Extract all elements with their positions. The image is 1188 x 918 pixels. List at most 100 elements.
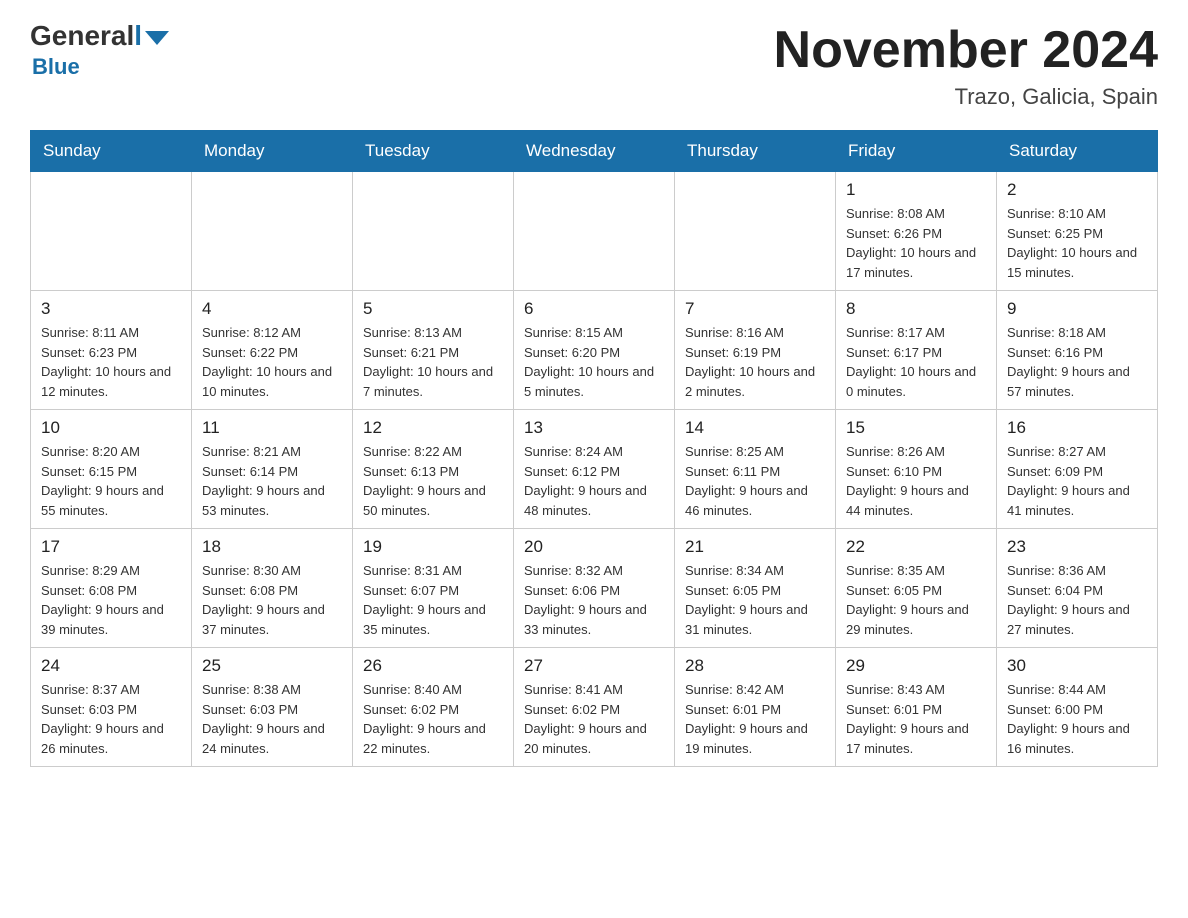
calendar-cell: 18 Sunrise: 8:30 AM Sunset: 6:08 PM Dayli… [192, 529, 353, 648]
day-info: Sunrise: 8:35 AM Sunset: 6:05 PM Dayligh… [846, 561, 986, 639]
calendar-cell: 22Sunrise: 8:35 AM Sunset: 6:05 PM Dayli… [836, 529, 997, 648]
calendar-cell: 4 Sunrise: 8:12 AM Sunset: 6:22 PM Daylig… [192, 291, 353, 410]
calendar-cell: 16 Sunrise: 8:27 AM Sunset: 6:09 PM Dayli… [997, 410, 1158, 529]
day-info: Sunrise: 8:16 AM Sunset: 6:19 PM Dayligh… [685, 323, 825, 401]
day-number: 10 [41, 418, 181, 438]
day-info: Sunrise: 8:44 AM Sunset: 6:00 PM Dayligh… [1007, 680, 1147, 758]
day-number: 15 [846, 418, 986, 438]
day-header-thursday: Thursday [675, 131, 836, 172]
day-info: Sunrise: 8:22 AM Sunset: 6:13 PM Dayligh… [363, 442, 503, 520]
week-row-3: 10 Sunrise: 8:20 AM Sunset: 6:15 PM Dayli… [31, 410, 1158, 529]
calendar-table: SundayMondayTuesdayWednesdayThursdayFrid… [30, 130, 1158, 767]
day-header-monday: Monday [192, 131, 353, 172]
day-number: 2 [1007, 180, 1147, 200]
title-block: November 2024 Trazo, Galicia, Spain [774, 20, 1158, 110]
day-info: Sunrise: 8:43 AM Sunset: 6:01 PM Dayligh… [846, 680, 986, 758]
day-number: 23 [1007, 537, 1147, 557]
day-number: 1 [846, 180, 986, 200]
logo: Generall Blue [30, 20, 169, 80]
calendar-cell: 29 Sunrise: 8:43 AM Sunset: 6:01 PM Dayli… [836, 648, 997, 767]
day-info: Sunrise: 8:29 AM Sunset: 6:08 PM Dayligh… [41, 561, 181, 639]
day-info: Sunrise: 8:40 AM Sunset: 6:02 PM Dayligh… [363, 680, 503, 758]
calendar-cell [675, 172, 836, 291]
calendar-cell: 17 Sunrise: 8:29 AM Sunset: 6:08 PM Dayli… [31, 529, 192, 648]
calendar-cell: 26Sunrise: 8:40 AM Sunset: 6:02 PM Dayli… [353, 648, 514, 767]
day-number: 3 [41, 299, 181, 319]
calendar-cell: 30 Sunrise: 8:44 AM Sunset: 6:00 PM Dayli… [997, 648, 1158, 767]
day-number: 14 [685, 418, 825, 438]
week-row-5: 24Sunrise: 8:37 AM Sunset: 6:03 PM Dayli… [31, 648, 1158, 767]
week-row-1: 1 Sunrise: 8:08 AM Sunset: 6:26 PM Daylig… [31, 172, 1158, 291]
day-info: Sunrise: 8:26 AM Sunset: 6:10 PM Dayligh… [846, 442, 986, 520]
calendar-cell [31, 172, 192, 291]
day-number: 25 [202, 656, 342, 676]
calendar-cell: 7 Sunrise: 8:16 AM Sunset: 6:19 PM Daylig… [675, 291, 836, 410]
day-info: Sunrise: 8:25 AM Sunset: 6:11 PM Dayligh… [685, 442, 825, 520]
day-info: Sunrise: 8:34 AM Sunset: 6:05 PM Dayligh… [685, 561, 825, 639]
day-number: 11 [202, 418, 342, 438]
day-header-tuesday: Tuesday [353, 131, 514, 172]
day-number: 6 [524, 299, 664, 319]
day-number: 21 [685, 537, 825, 557]
calendar-cell: 20 Sunrise: 8:32 AM Sunset: 6:06 PM Dayli… [514, 529, 675, 648]
logo-arrow [145, 31, 169, 45]
day-number: 18 [202, 537, 342, 557]
day-info: Sunrise: 8:24 AM Sunset: 6:12 PM Dayligh… [524, 442, 664, 520]
day-info: Sunrise: 8:38 AM Sunset: 6:03 PM Dayligh… [202, 680, 342, 758]
day-info: Sunrise: 8:32 AM Sunset: 6:06 PM Dayligh… [524, 561, 664, 639]
day-info: Sunrise: 8:30 AM Sunset: 6:08 PM Dayligh… [202, 561, 342, 639]
calendar-cell: 6 Sunrise: 8:15 AM Sunset: 6:20 PM Daylig… [514, 291, 675, 410]
day-number: 17 [41, 537, 181, 557]
day-number: 30 [1007, 656, 1147, 676]
day-number: 20 [524, 537, 664, 557]
day-number: 16 [1007, 418, 1147, 438]
day-info: Sunrise: 8:15 AM Sunset: 6:20 PM Dayligh… [524, 323, 664, 401]
day-info: Sunrise: 8:12 AM Sunset: 6:22 PM Dayligh… [202, 323, 342, 401]
day-info: Sunrise: 8:17 AM Sunset: 6:17 PM Dayligh… [846, 323, 986, 401]
day-header-friday: Friday [836, 131, 997, 172]
day-info: Sunrise: 8:41 AM Sunset: 6:02 PM Dayligh… [524, 680, 664, 758]
calendar-cell: 12 Sunrise: 8:22 AM Sunset: 6:13 PM Dayli… [353, 410, 514, 529]
logo-general: General [30, 20, 134, 52]
day-info: Sunrise: 8:20 AM Sunset: 6:15 PM Dayligh… [41, 442, 181, 520]
calendar-cell: 28Sunrise: 8:42 AM Sunset: 6:01 PM Dayli… [675, 648, 836, 767]
calendar-cell: 21 Sunrise: 8:34 AM Sunset: 6:05 PM Dayli… [675, 529, 836, 648]
day-number: 24 [41, 656, 181, 676]
day-number: 29 [846, 656, 986, 676]
day-info: Sunrise: 8:27 AM Sunset: 6:09 PM Dayligh… [1007, 442, 1147, 520]
header-row: SundayMondayTuesdayWednesdayThursdayFrid… [31, 131, 1158, 172]
calendar-cell: 9Sunrise: 8:18 AM Sunset: 6:16 PM Daylig… [997, 291, 1158, 410]
day-info: Sunrise: 8:21 AM Sunset: 6:14 PM Dayligh… [202, 442, 342, 520]
calendar-cell: 25 Sunrise: 8:38 AM Sunset: 6:03 PM Dayli… [192, 648, 353, 767]
calendar-cell: 10 Sunrise: 8:20 AM Sunset: 6:15 PM Dayli… [31, 410, 192, 529]
day-number: 4 [202, 299, 342, 319]
week-row-4: 17 Sunrise: 8:29 AM Sunset: 6:08 PM Dayli… [31, 529, 1158, 648]
week-row-2: 3 Sunrise: 8:11 AM Sunset: 6:23 PM Daylig… [31, 291, 1158, 410]
calendar-cell: 19 Sunrise: 8:31 AM Sunset: 6:07 PM Dayli… [353, 529, 514, 648]
day-number: 19 [363, 537, 503, 557]
calendar-cell: 27Sunrise: 8:41 AM Sunset: 6:02 PM Dayli… [514, 648, 675, 767]
day-number: 28 [685, 656, 825, 676]
day-number: 13 [524, 418, 664, 438]
day-info: Sunrise: 8:36 AM Sunset: 6:04 PM Dayligh… [1007, 561, 1147, 639]
calendar-cell: 8Sunrise: 8:17 AM Sunset: 6:17 PM Daylig… [836, 291, 997, 410]
day-info: Sunrise: 8:11 AM Sunset: 6:23 PM Dayligh… [41, 323, 181, 401]
calendar-cell: 14 Sunrise: 8:25 AM Sunset: 6:11 PM Dayli… [675, 410, 836, 529]
calendar-cell: 11 Sunrise: 8:21 AM Sunset: 6:14 PM Dayli… [192, 410, 353, 529]
day-info: Sunrise: 8:08 AM Sunset: 6:26 PM Dayligh… [846, 204, 986, 282]
calendar-cell [514, 172, 675, 291]
calendar-cell: 1 Sunrise: 8:08 AM Sunset: 6:26 PM Daylig… [836, 172, 997, 291]
logo-sub: Blue [32, 54, 80, 80]
calendar-subtitle: Trazo, Galicia, Spain [774, 84, 1158, 110]
day-number: 12 [363, 418, 503, 438]
calendar-cell: 23 Sunrise: 8:36 AM Sunset: 6:04 PM Dayli… [997, 529, 1158, 648]
day-number: 7 [685, 299, 825, 319]
day-info: Sunrise: 8:31 AM Sunset: 6:07 PM Dayligh… [363, 561, 503, 639]
day-header-wednesday: Wednesday [514, 131, 675, 172]
day-number: 5 [363, 299, 503, 319]
calendar-cell: 3 Sunrise: 8:11 AM Sunset: 6:23 PM Daylig… [31, 291, 192, 410]
calendar-cell: 24Sunrise: 8:37 AM Sunset: 6:03 PM Dayli… [31, 648, 192, 767]
calendar-cell: 15 Sunrise: 8:26 AM Sunset: 6:10 PM Dayli… [836, 410, 997, 529]
calendar-cell: 5Sunrise: 8:13 AM Sunset: 6:21 PM Daylig… [353, 291, 514, 410]
day-info: Sunrise: 8:10 AM Sunset: 6:25 PM Dayligh… [1007, 204, 1147, 282]
